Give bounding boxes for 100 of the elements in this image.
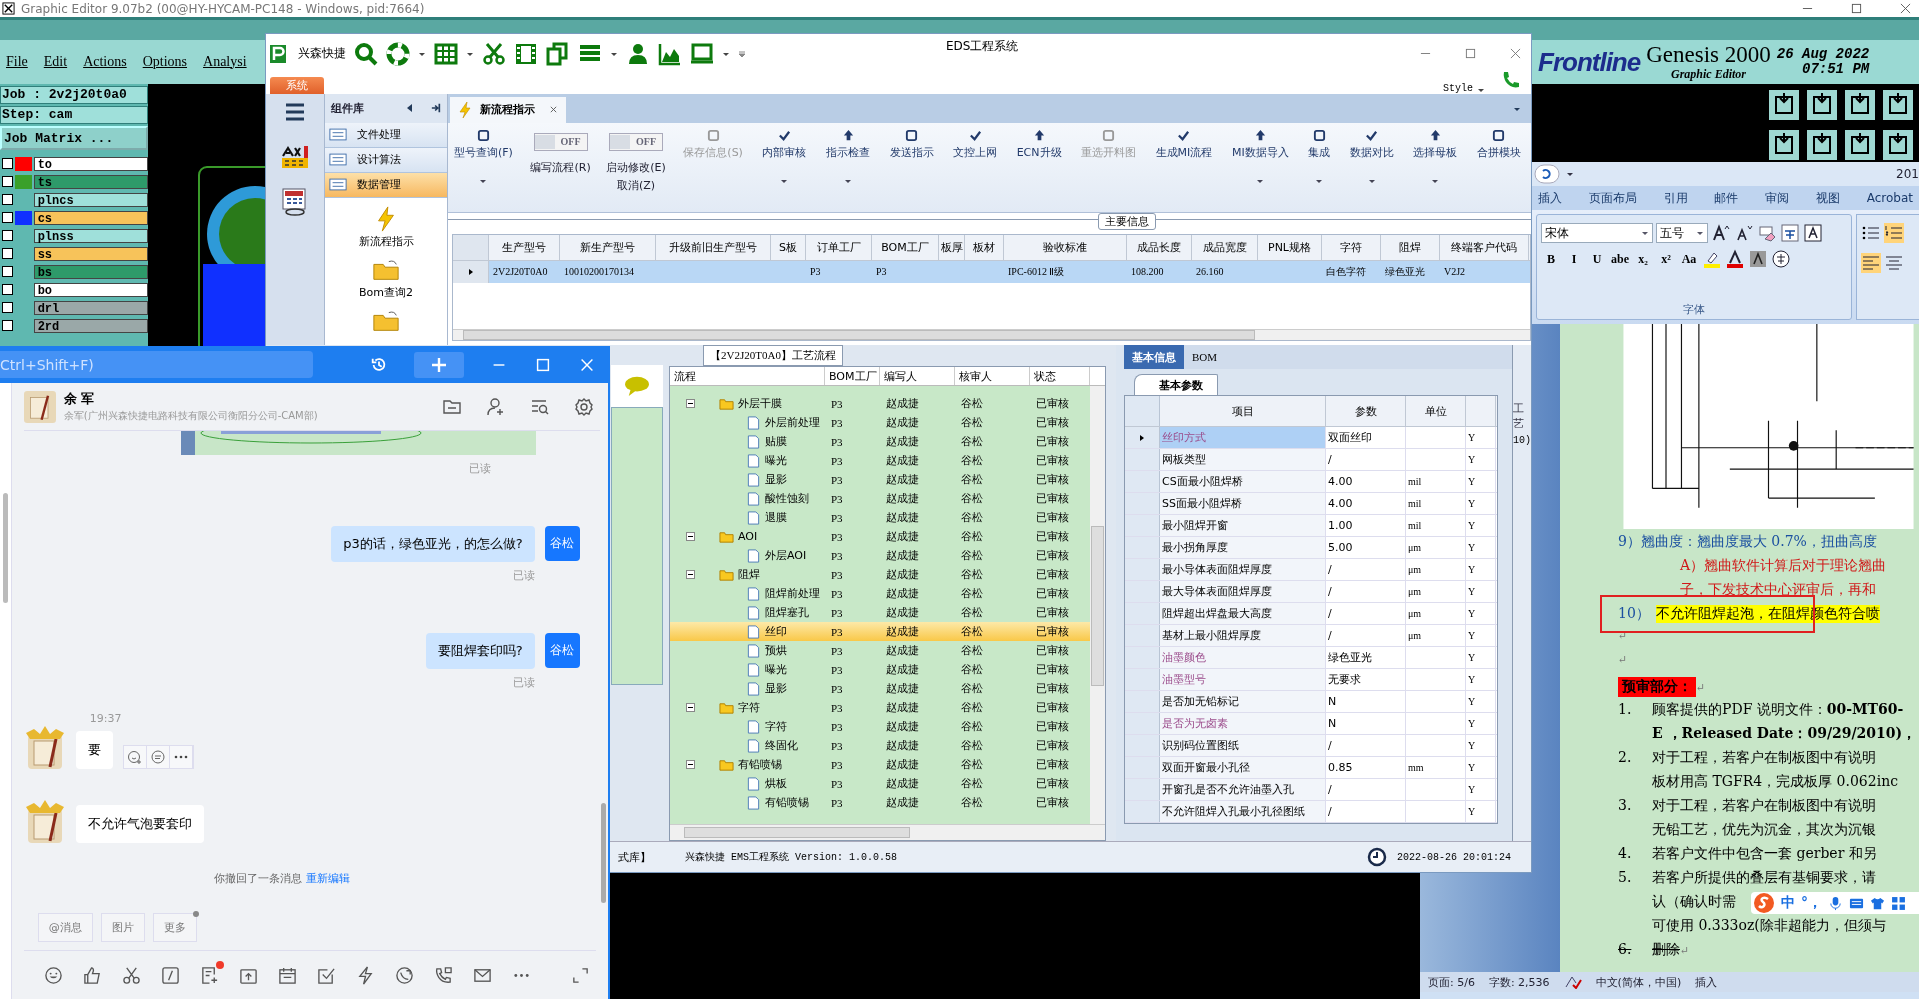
column-header[interactable]: 生产型号 xyxy=(489,234,560,260)
menu-item[interactable]: Analysi xyxy=(203,54,247,70)
panel-tab[interactable]: 工艺 xyxy=(1513,401,1531,432)
format-button[interactable]: U xyxy=(1587,249,1607,269)
layer-name[interactable]: bo xyxy=(33,282,148,297)
column-header[interactable]: 终端客户代码 xyxy=(1440,234,1529,260)
ribbon-button[interactable]: 文控上网 xyxy=(951,128,1000,185)
tree-row[interactable]: 曝光 P3 赵成捷 谷松 已审核 xyxy=(670,660,1090,680)
tree-row[interactable]: 有铅喷锡 P3 赵成捷 谷松 已审核 xyxy=(670,793,1090,813)
quick-button[interactable]: 图片 xyxy=(100,913,145,942)
table-row[interactable]: 基材上最小阻焊厚度 / μm Y xyxy=(1125,625,1497,648)
tree-row[interactable]: 外层前处理 P3 赵成捷 谷松 已审核 xyxy=(670,413,1090,433)
ribbon-tab[interactable]: 插入 xyxy=(1532,189,1568,207)
ribbon-tab[interactable]: 邮件 xyxy=(1708,189,1745,207)
column-header[interactable]: 新生产型号 xyxy=(560,234,656,260)
table-row[interactable]: 最大导体表面阻焊厚度 / μm Y xyxy=(1125,581,1497,604)
tree-row[interactable]: 曝光 P3 赵成捷 谷松 已审核 xyxy=(670,451,1090,471)
column-header[interactable]: 板厚 xyxy=(939,234,965,260)
tree-row[interactable]: 外层AOI P3 赵成捷 谷松 已审核 xyxy=(670,546,1090,566)
tool-label[interactable]: 新流程指示 xyxy=(358,233,414,249)
column-header[interactable]: 成品长度 xyxy=(1127,234,1192,260)
ribbon-tab[interactable]: 审阅 xyxy=(1759,189,1796,207)
table-row[interactable]: 是否为无卤素 N Y xyxy=(1125,713,1497,736)
table-row[interactable]: CS面最小阻焊桥 4.00 mil Y xyxy=(1125,471,1497,494)
table-row[interactable]: 最小导体表面阻焊厚度 / μm Y xyxy=(1125,559,1497,582)
tree-row[interactable]: 酸性蚀刻 P3 赵成捷 谷松 已审核 xyxy=(670,489,1090,509)
ribbon-button[interactable]: 内部审核 xyxy=(760,128,809,185)
layer-name[interactable]: cs xyxy=(33,210,148,225)
sub-tab[interactable]: 基本参数 xyxy=(1134,374,1218,396)
column-header[interactable]: 订单工厂 xyxy=(806,234,872,260)
quick-button[interactable]: @消息 xyxy=(37,913,93,942)
column-header[interactable]: 字符 xyxy=(1322,234,1381,260)
table-row[interactable]: 最小阻焊开窗 1.00 mil Y xyxy=(1125,515,1497,538)
library-item[interactable]: 设计算法 xyxy=(325,147,447,173)
layer-name[interactable]: bs xyxy=(33,264,148,279)
tool-label[interactable]: Bom查询2 xyxy=(359,284,413,300)
ribbon-button[interactable]: MI数据导入 xyxy=(1229,128,1291,185)
column-header[interactable]: 单位 xyxy=(1406,396,1466,427)
tree-row[interactable]: 显影 P3 赵成捷 谷松 已审核 xyxy=(670,679,1090,699)
format-button[interactable]: x₂ xyxy=(1633,249,1653,269)
table-row[interactable]: 双面开窗最小孔径 0.85 mm Y xyxy=(1125,757,1497,780)
tree-row[interactable]: 退膜 P3 赵成捷 谷松 已审核 xyxy=(670,508,1090,528)
menu-item[interactable]: Edit xyxy=(43,54,68,70)
ribbon-tab[interactable]: Acrobat xyxy=(1860,191,1919,205)
ime-toggle[interactable]: °， xyxy=(1801,894,1822,912)
format-button[interactable]: x² xyxy=(1656,249,1676,269)
ime-toggle[interactable]: 中 xyxy=(1781,894,1795,912)
font-field[interactable]: 宋体 xyxy=(1541,223,1653,243)
layer-name[interactable]: ss xyxy=(33,246,148,261)
column-header[interactable]: PNL规格 xyxy=(1258,234,1322,260)
column-header[interactable]: 成品宽度 xyxy=(1192,234,1258,260)
tree-row[interactable]: 烘板 P3 赵成捷 谷松 已审核 xyxy=(670,774,1090,794)
table-row[interactable]: 2V2J20T0A0 10010200170134 P3 P3 IPC-6012 Ⅱ级 108.200 26.160 白色字符 绿色亚光 V2J2 xyxy=(453,260,1530,283)
toggle-switch[interactable]: OFF xyxy=(533,132,588,151)
tree-row[interactable]: 阻焊前处理 P3 赵成捷 谷松 已审核 xyxy=(670,584,1090,604)
column-header[interactable]: 状态 xyxy=(1030,367,1090,386)
column-header[interactable]: 项目 xyxy=(1160,396,1326,427)
column-header[interactable]: 参数 xyxy=(1326,396,1406,427)
column-header[interactable]: 流程 xyxy=(670,367,825,386)
style-menu[interactable]: Style xyxy=(1443,82,1473,94)
ribbon-button[interactable]: 指示检查 xyxy=(824,128,872,185)
column-header[interactable]: 阻焊 xyxy=(1381,234,1440,260)
tree-row[interactable]: 贴膜 P3 赵成捷 谷松 已审核 xyxy=(670,432,1090,452)
menu-item[interactable]: Actions xyxy=(83,54,127,70)
format-button[interactable]: B xyxy=(1541,249,1561,269)
layer-name[interactable]: ts xyxy=(33,174,148,189)
ribbon-button[interactable]: 发送指示 xyxy=(887,128,936,185)
re-edit-link[interactable]: 重新编辑 xyxy=(305,871,350,886)
tree-row[interactable]: AOI P3 赵成捷 谷松 已审核 xyxy=(670,527,1090,547)
layer-name[interactable]: to xyxy=(33,156,148,171)
ribbon-button[interactable]: 选择母板 xyxy=(1411,128,1460,185)
table-row[interactable]: 是否加无铅标记 N Y xyxy=(1125,691,1497,714)
menu-item[interactable]: Options xyxy=(142,54,188,70)
table-row[interactable]: 不允许阻焊入孔最小孔径图纸 / Y xyxy=(1125,801,1497,824)
format-button[interactable]: abe xyxy=(1610,249,1630,269)
table-row[interactable]: 油墨颜色 绿色亚光 Y xyxy=(1125,647,1497,670)
ribbon-tab[interactable]: 视图 xyxy=(1809,189,1846,207)
tree-row[interactable]: 预烘 P3 赵成捷 谷松 已审核 xyxy=(670,641,1090,661)
ribbon-button[interactable]: 生成MI流程 xyxy=(1153,128,1215,185)
toggle-switch[interactable]: OFF xyxy=(609,132,663,151)
column-header[interactable]: 验收标准 xyxy=(1004,234,1127,260)
ribbon-tab[interactable]: 页面布局 xyxy=(1582,189,1643,207)
table-row[interactable]: SS面最小阻焊桥 4.00 mil Y xyxy=(1125,493,1497,516)
table-row[interactable]: 网板类型 / Y xyxy=(1125,449,1497,472)
ribbon-button[interactable]: 数据对比 xyxy=(1347,128,1396,185)
insert-mode[interactable]: 插入 xyxy=(1695,974,1718,990)
column-header[interactable]: 核审人 xyxy=(955,367,1030,386)
column-header[interactable]: BOM工厂 xyxy=(872,234,939,260)
tree-row[interactable]: 外层干膜 P3 赵成捷 谷松 已审核 xyxy=(670,394,1090,414)
column-header[interactable]: 升级前旧生产型号 xyxy=(656,234,771,260)
layer-name[interactable]: plncs xyxy=(33,192,148,207)
library-item[interactable]: 文件处理 xyxy=(325,122,447,148)
panel-tab[interactable]: 基本信息 xyxy=(1124,345,1184,370)
tree-row[interactable]: 阻焊塞孔 P3 赵成捷 谷松 已审核 xyxy=(670,603,1090,623)
table-row[interactable]: 开窗孔是否不允许油墨入孔 / Y xyxy=(1125,779,1497,802)
ribbon-button[interactable]: 型号查询(F) xyxy=(452,128,515,185)
format-button[interactable]: Aa xyxy=(1679,249,1699,269)
library-item[interactable]: 数据管理 xyxy=(325,172,447,198)
table-row[interactable]: 识别码位置图纸 / Y xyxy=(1125,735,1497,758)
tree-row[interactable]: 终固化 P3 赵成捷 谷松 已审核 xyxy=(670,736,1090,756)
